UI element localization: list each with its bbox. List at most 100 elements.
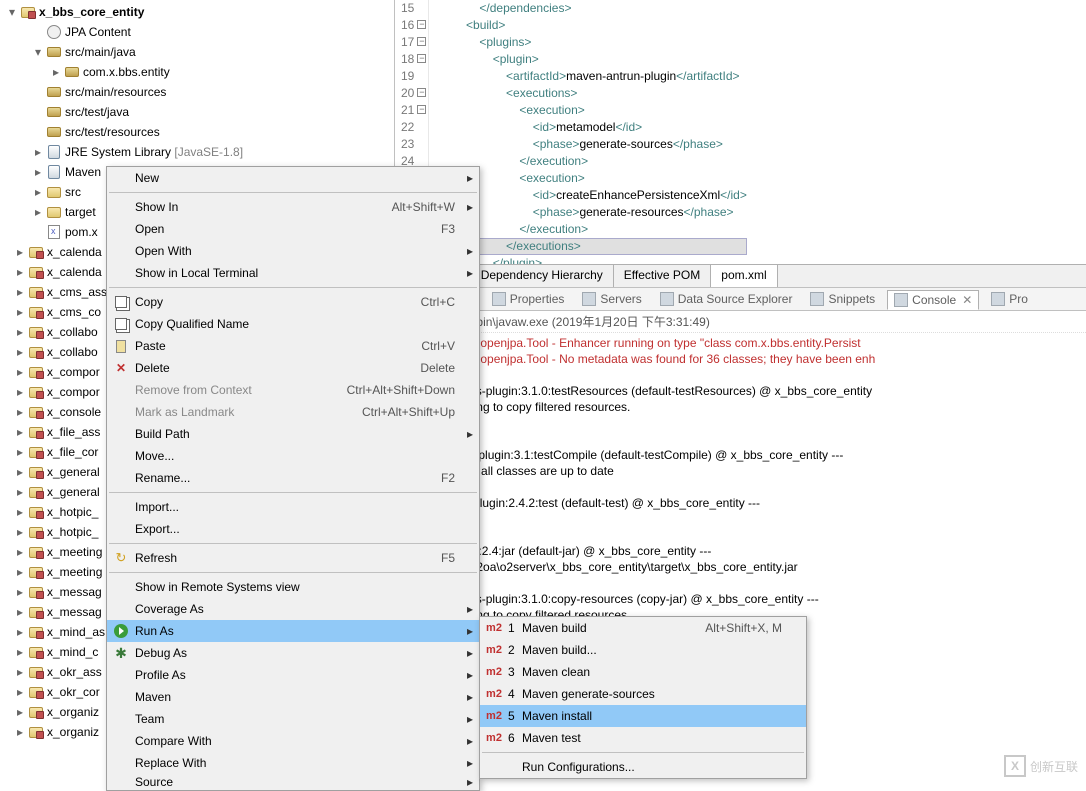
code-line[interactable]: </plugin>	[439, 255, 747, 264]
menu-item-open[interactable]: OpenF3	[107, 218, 479, 240]
code-line[interactable]: <id>createEnhancePersistenceXml</id>	[439, 187, 747, 204]
menu-item-coverage-as[interactable]: Coverage As▸	[107, 598, 479, 620]
view-tab-console[interactable]: Console✕	[887, 290, 979, 310]
tree-project-root[interactable]: ▾x_bbs_core_entity	[0, 2, 394, 22]
menu-item-copy-qualified-name[interactable]: Copy Qualified Name	[107, 313, 479, 335]
twisty-icon[interactable]: ▸	[12, 465, 28, 479]
code-line[interactable]: <execution>	[439, 170, 747, 187]
submenu-item-maven-test[interactable]: m26Maven test	[480, 727, 806, 749]
view-tab-servers[interactable]: Servers	[576, 290, 647, 308]
code-line[interactable]: </execution>	[439, 153, 747, 170]
twisty-icon[interactable]: ▸	[12, 265, 28, 279]
editor-tab[interactable]: pom.xml	[711, 265, 777, 287]
menu-item-import-[interactable]: Import...	[107, 496, 479, 518]
twisty-icon[interactable]: ▸	[12, 445, 28, 459]
view-tab-pro[interactable]: Pro	[985, 290, 1034, 308]
close-icon[interactable]: ✕	[962, 293, 972, 307]
menu-item-show-in[interactable]: Show InAlt+Shift+W▸	[107, 196, 479, 218]
menu-item-new[interactable]: New▸	[107, 167, 479, 189]
tree-item[interactable]: src/test/java	[0, 102, 394, 122]
code-line[interactable]: <id>metamodel</id>	[439, 119, 747, 136]
twisty-icon[interactable]: ▸	[30, 185, 46, 199]
submenu-item-maven-clean[interactable]: m23Maven clean	[480, 661, 806, 683]
twisty-icon[interactable]: ▸	[12, 365, 28, 379]
menu-item-paste[interactable]: PasteCtrl+V	[107, 335, 479, 357]
tree-item[interactable]: src/main/resources	[0, 82, 394, 102]
code-line[interactable]: <plugins>	[439, 34, 747, 51]
code-line[interactable]: </execution>	[439, 221, 747, 238]
twisty-icon[interactable]: ▸	[12, 285, 28, 299]
menu-item-copy[interactable]: CopyCtrl+C	[107, 291, 479, 313]
menu-item-maven[interactable]: Maven▸	[107, 686, 479, 708]
code-line[interactable]: <build>	[439, 17, 747, 34]
view-tab-data-source-explorer[interactable]: Data Source Explorer	[654, 290, 799, 308]
twisty-icon[interactable]: ▸	[12, 685, 28, 699]
twisty-icon[interactable]: ▾	[30, 45, 46, 59]
twisty-icon[interactable]: ▸	[12, 325, 28, 339]
menu-item-replace-with[interactable]: Replace With▸	[107, 752, 479, 774]
menu-item-team[interactable]: Team▸	[107, 708, 479, 730]
menu-item-export-[interactable]: Export...	[107, 518, 479, 540]
twisty-icon[interactable]: ▸	[12, 485, 28, 499]
twisty-icon[interactable]: ▸	[12, 705, 28, 719]
views-bar[interactable]: ProblemsPropertiesServersData Source Exp…	[395, 287, 1086, 311]
view-tab-snippets[interactable]: Snippets	[804, 290, 881, 308]
submenu-item-maven-build[interactable]: m21Maven buildAlt+Shift+X, M	[480, 617, 806, 639]
twisty-icon[interactable]: ▸	[12, 345, 28, 359]
submenu-item-maven-build-[interactable]: m22Maven build...	[480, 639, 806, 661]
menu-item-profile-as[interactable]: Profile As▸	[107, 664, 479, 686]
code-line[interactable]: </dependencies>	[439, 0, 747, 17]
code-line[interactable]: <phase>generate-sources</phase>	[439, 136, 747, 153]
code-line[interactable]: </executions>	[439, 238, 747, 255]
menu-item-run-as[interactable]: Run As▸	[107, 620, 479, 642]
twisty-icon[interactable]: ▸	[30, 205, 46, 219]
twisty-icon[interactable]: ▸	[12, 545, 28, 559]
fold-icon[interactable]: −	[417, 54, 426, 63]
twisty-icon[interactable]: ▸	[12, 245, 28, 259]
code-line[interactable]: <executions>	[439, 85, 747, 102]
editor-tab[interactable]: Effective POM	[614, 265, 711, 287]
tree-item[interactable]: ▾src/main/java	[0, 42, 394, 62]
view-tab-properties[interactable]: Properties	[486, 290, 571, 308]
twisty-icon[interactable]: ▸	[12, 305, 28, 319]
twisty-icon[interactable]: ▸	[12, 665, 28, 679]
twisty-icon[interactable]: ▸	[12, 565, 28, 579]
twisty-icon[interactable]: ▸	[12, 645, 28, 659]
tree-item[interactable]: ▸JRE System Library [JavaSE-1.8]	[0, 142, 394, 162]
menu-item-compare-with[interactable]: Compare With▸	[107, 730, 479, 752]
editor-tabs[interactable]: endenciesDependency HierarchyEffective P…	[395, 264, 1086, 287]
twisty-icon[interactable]: ▸	[30, 165, 46, 179]
twisty-icon[interactable]: ▾	[4, 5, 20, 19]
twisty-icon[interactable]: ▸	[12, 505, 28, 519]
menu-item-open-with[interactable]: Open With▸	[107, 240, 479, 262]
submenu-item-maven-install[interactable]: m25Maven install	[480, 705, 806, 727]
run-as-submenu[interactable]: m21Maven buildAlt+Shift+X, Mm22Maven bui…	[479, 616, 807, 779]
editor-tab[interactable]: Dependency Hierarchy	[471, 265, 614, 287]
menu-item-refresh[interactable]: ↻RefreshF5	[107, 547, 479, 569]
twisty-icon[interactable]: ▸	[12, 405, 28, 419]
submenu-item-run-configurations-[interactable]: Run Configurations...	[480, 756, 806, 778]
menu-item-move-[interactable]: Move...	[107, 445, 479, 467]
twisty-icon[interactable]: ▸	[12, 425, 28, 439]
menu-item-delete[interactable]: ✕DeleteDelete	[107, 357, 479, 379]
fold-icon[interactable]: −	[417, 37, 426, 46]
tree-item[interactable]: ▸com.x.bbs.entity	[0, 62, 394, 82]
twisty-icon[interactable]: ▸	[48, 65, 64, 79]
twisty-icon[interactable]: ▸	[12, 525, 28, 539]
menu-item-build-path[interactable]: Build Path▸	[107, 423, 479, 445]
twisty-icon[interactable]: ▸	[12, 585, 28, 599]
fold-icon[interactable]: −	[417, 88, 426, 97]
submenu-item-maven-generate-sources[interactable]: m24Maven generate-sources	[480, 683, 806, 705]
twisty-icon[interactable]: ▸	[12, 385, 28, 399]
menu-item-show-in-local-terminal[interactable]: Show in Local Terminal▸	[107, 262, 479, 284]
code-line[interactable]: <artifactId>maven-antrun-plugin</artifac…	[439, 68, 747, 85]
twisty-icon[interactable]: ▸	[12, 605, 28, 619]
twisty-icon[interactable]: ▸	[12, 625, 28, 639]
code-line[interactable]: <phase>generate-resources</phase>	[439, 204, 747, 221]
menu-item-debug-as[interactable]: ✱Debug As▸	[107, 642, 479, 664]
code-line[interactable]: <plugin>	[439, 51, 747, 68]
xml-editor[interactable]: 1516−17−18−1920−21−22232425−2627 </depen…	[395, 0, 1086, 264]
menu-item-show-in-remote-systems-view[interactable]: Show in Remote Systems view	[107, 576, 479, 598]
fold-icon[interactable]: −	[417, 20, 426, 29]
menu-item-source[interactable]: Source▸	[107, 774, 479, 790]
